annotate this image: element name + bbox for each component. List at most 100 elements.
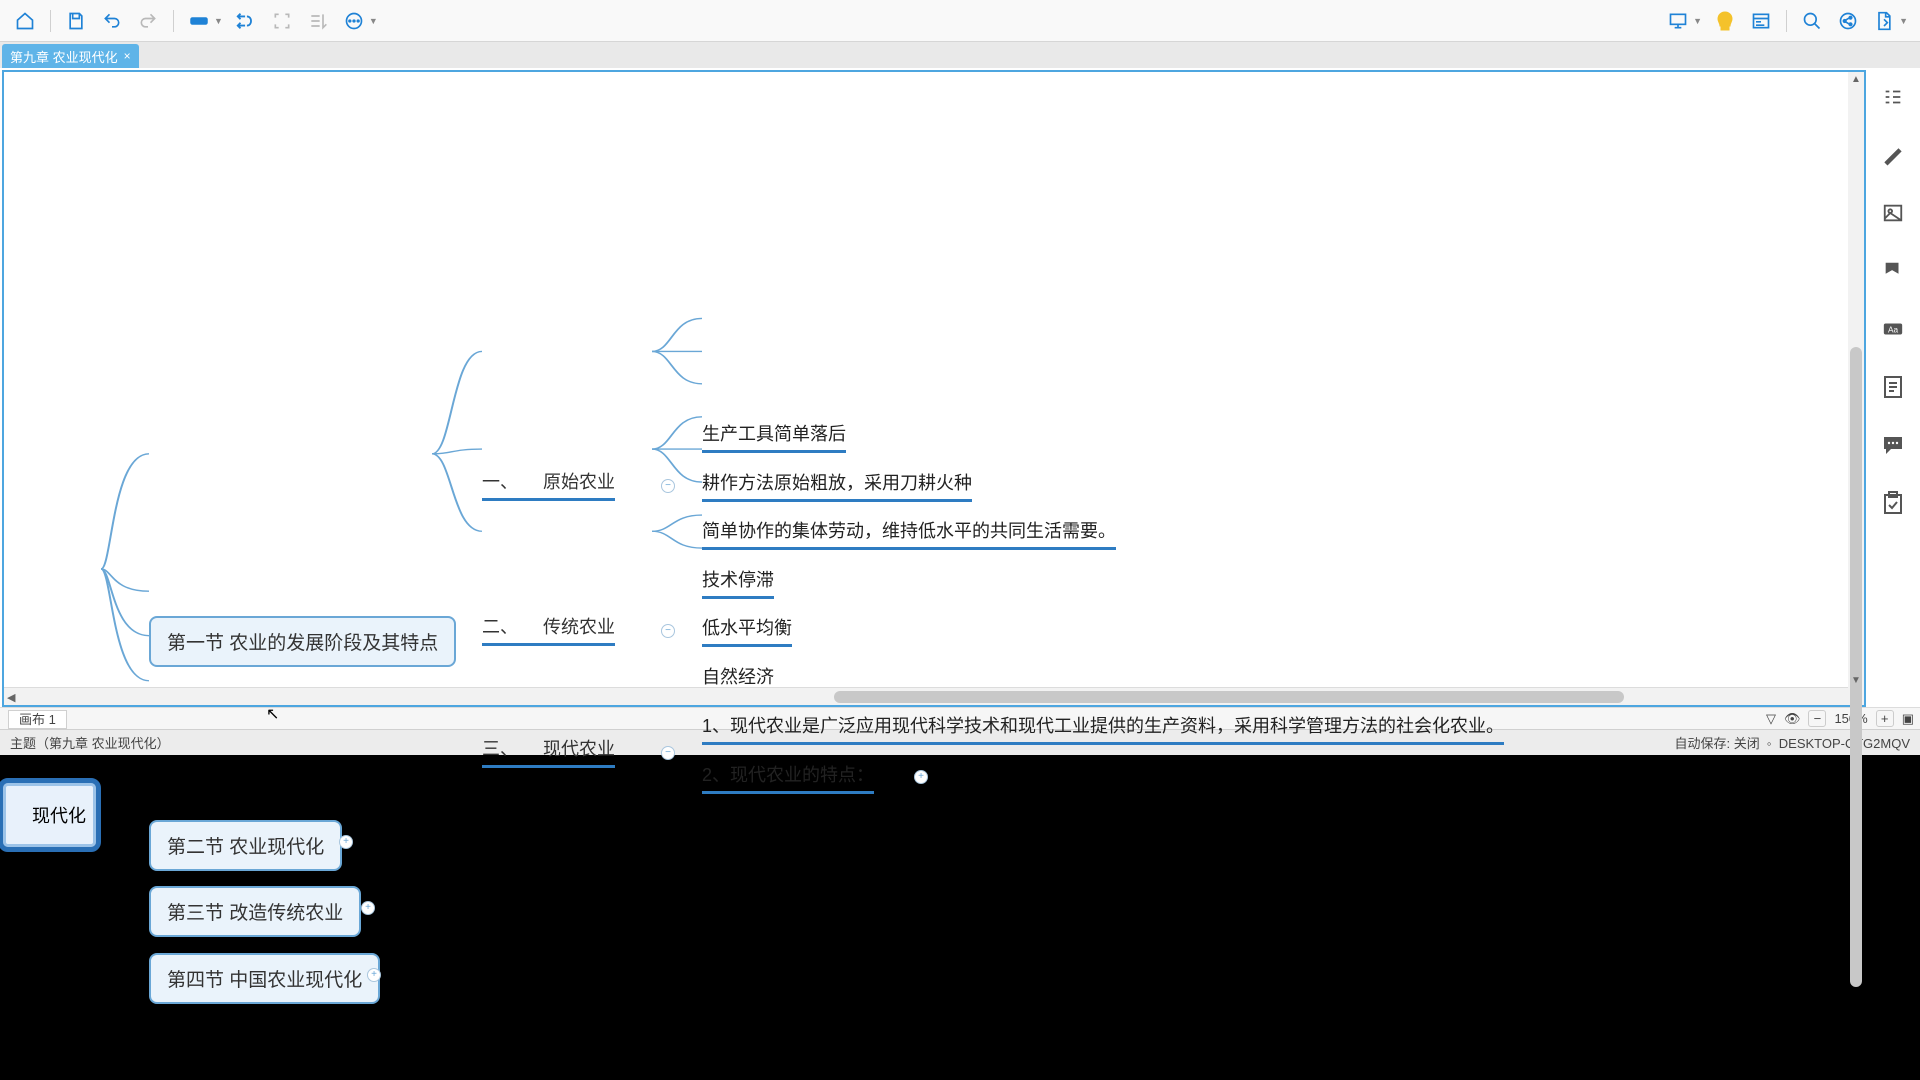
marker-icon[interactable]: [1878, 256, 1908, 286]
connector-lines: [4, 72, 1864, 705]
dropdown-caret-icon[interactable]: ▼: [1899, 16, 1908, 26]
leaf-text: 自然经济: [702, 667, 774, 687]
section-label: 第四节 中国农业现代化: [167, 970, 362, 991]
scroll-up-icon[interactable]: ▲: [1851, 74, 1861, 84]
presentation-icon[interactable]: [1661, 4, 1695, 38]
section-node-3[interactable]: 第三节 改造传统农业: [149, 886, 361, 937]
leaf-node[interactable]: 低水平均衡: [702, 614, 792, 647]
horizontal-scrollbar[interactable]: ◀ ▶: [4, 687, 1864, 705]
root-topic[interactable]: 现代化: [0, 778, 101, 852]
leaf-text: 2、现代农业的特点：: [702, 765, 874, 785]
dropdown-caret-icon[interactable]: ▼: [369, 16, 378, 26]
autosave-status: 自动保存: 关闭: [1674, 736, 1759, 751]
host-name: DESKTOP-OTG2MQV: [1779, 736, 1910, 751]
more-icon[interactable]: [337, 4, 371, 38]
canvas[interactable]: ▲ ▼: [2, 70, 1866, 707]
section-label: 第二节 农业现代化: [167, 837, 324, 858]
collapse-toggle[interactable]: −: [661, 479, 675, 493]
export-icon[interactable]: [1867, 4, 1901, 38]
section-node-4[interactable]: 第四节 中国农业现代化: [149, 953, 380, 1004]
vertical-scrollbar-thumb[interactable]: [1850, 347, 1862, 987]
separator: [173, 10, 174, 32]
summary-icon[interactable]: [301, 4, 335, 38]
eye-icon[interactable]: 👁: [1784, 711, 1801, 727]
leaf-node[interactable]: 生产工具简单落后: [702, 420, 846, 453]
undo-icon[interactable]: [95, 4, 129, 38]
svg-text:Aa: Aa: [1888, 326, 1899, 335]
fit-icon[interactable]: ▣: [1902, 711, 1914, 727]
leaf-node[interactable]: 耕作方法原始粗放，采用刀耕火种: [702, 469, 972, 502]
tab-title: 第九章 农业现代化: [10, 47, 118, 66]
expand-toggle[interactable]: +: [367, 968, 381, 982]
subhead-title: 传统农业: [543, 617, 615, 637]
leaf-node[interactable]: 技术停滞: [702, 566, 774, 599]
collapse-toggle[interactable]: −: [661, 746, 675, 760]
side-panel: Aa: [1866, 68, 1920, 707]
boundary-icon[interactable]: [265, 4, 299, 38]
close-icon[interactable]: ×: [124, 49, 131, 63]
subhead-title: 现代农业: [543, 739, 615, 759]
dropdown-caret-icon[interactable]: ▼: [214, 16, 223, 26]
separator: [50, 10, 51, 32]
section-node-1[interactable]: 第一节 农业的发展阶段及其特点: [149, 616, 456, 667]
idea-icon[interactable]: [1708, 4, 1742, 38]
leaf-text: 简单协作的集体劳动，维持低水平的共同生活需要。: [702, 521, 1116, 541]
root-label: 现代化: [32, 802, 86, 828]
share-icon[interactable]: [1831, 4, 1865, 38]
topic-icon[interactable]: [182, 4, 216, 38]
image-icon[interactable]: [1878, 198, 1908, 228]
cursor-icon: ↖: [266, 704, 279, 724]
leaf-text: 低水平均衡: [702, 618, 792, 638]
subhead-num: 三、: [482, 739, 518, 759]
home-icon[interactable]: [8, 4, 42, 38]
sheet-tabs: 画布 1: [6, 709, 67, 728]
subhead-num: 二、: [482, 617, 518, 637]
horizontal-scrollbar-thumb[interactable]: [834, 691, 1624, 703]
zoom-controls: ▽ 👁 − 150% + ▣: [1766, 710, 1914, 727]
relationship-icon[interactable]: [229, 4, 263, 38]
format-icon[interactable]: [1878, 140, 1908, 170]
leaf-node[interactable]: 1、现代农业是广泛应用现代科学技术和现代工业提供的生产资料，采用科学管理方法的社…: [702, 712, 1504, 745]
zoom-in-button[interactable]: +: [1876, 710, 1894, 727]
label-icon[interactable]: Aa: [1878, 314, 1908, 344]
work-area: ▲ ▼: [0, 68, 1920, 707]
search-icon[interactable]: [1795, 4, 1829, 38]
separator: [1786, 10, 1787, 32]
expand-toggle[interactable]: +: [361, 901, 375, 915]
mindmap: 现代化 第一节 农业的发展阶段及其特点 第二节 农业现代化 + 第三节 改造传统…: [4, 72, 1864, 705]
expand-toggle[interactable]: +: [914, 770, 928, 784]
section-label: 第一节 农业的发展阶段及其特点: [167, 633, 438, 654]
section-node-2[interactable]: 第二节 农业现代化: [149, 820, 342, 871]
outline-icon[interactable]: [1878, 82, 1908, 112]
expand-toggle[interactable]: +: [339, 835, 353, 849]
collapse-toggle[interactable]: −: [661, 624, 675, 638]
section-label: 第三节 改造传统农业: [167, 903, 343, 924]
tab-strip: 第九章 农业现代化 ×: [0, 42, 1920, 68]
subhead-node[interactable]: 一、 原始农业: [482, 468, 615, 501]
toolbar-left: ▼ ▼: [8, 4, 382, 38]
redo-icon[interactable]: [131, 4, 165, 38]
toolbar-right: ▼ ▼: [1661, 4, 1912, 38]
task-icon[interactable]: [1878, 488, 1908, 518]
sheet-tab[interactable]: 画布 1: [8, 710, 67, 729]
dropdown-caret-icon[interactable]: ▼: [1693, 16, 1702, 26]
scroll-left-icon[interactable]: ◀: [7, 691, 15, 704]
gantt-icon[interactable]: [1744, 4, 1778, 38]
subhead-num: 一、: [482, 472, 518, 492]
subhead-title: 原始农业: [543, 472, 615, 492]
subhead-node[interactable]: 二、 传统农业: [482, 613, 615, 646]
zoom-out-button[interactable]: −: [1808, 710, 1826, 727]
save-icon[interactable]: [59, 4, 93, 38]
main-toolbar: ▼ ▼ ▼ ▼: [0, 0, 1920, 42]
leaf-node[interactable]: 2、现代农业的特点：: [702, 761, 874, 794]
notes-icon[interactable]: [1878, 372, 1908, 402]
scroll-down-icon[interactable]: ▼: [1851, 675, 1861, 685]
subhead-node[interactable]: 三、 现代农业: [482, 735, 615, 768]
leaf-node[interactable]: 简单协作的集体劳动，维持低水平的共同生活需要。: [702, 517, 1116, 550]
status-left: 主题（第九章 农业现代化）: [10, 733, 170, 752]
comment-icon[interactable]: [1878, 430, 1908, 460]
status-right: 自动保存: 关闭 ◦ DESKTOP-OTG2MQV: [1674, 733, 1910, 752]
filter-icon[interactable]: ▽: [1766, 711, 1776, 727]
leaf-text: 生产工具简单落后: [702, 424, 846, 444]
document-tab[interactable]: 第九章 农业现代化 ×: [2, 44, 139, 68]
